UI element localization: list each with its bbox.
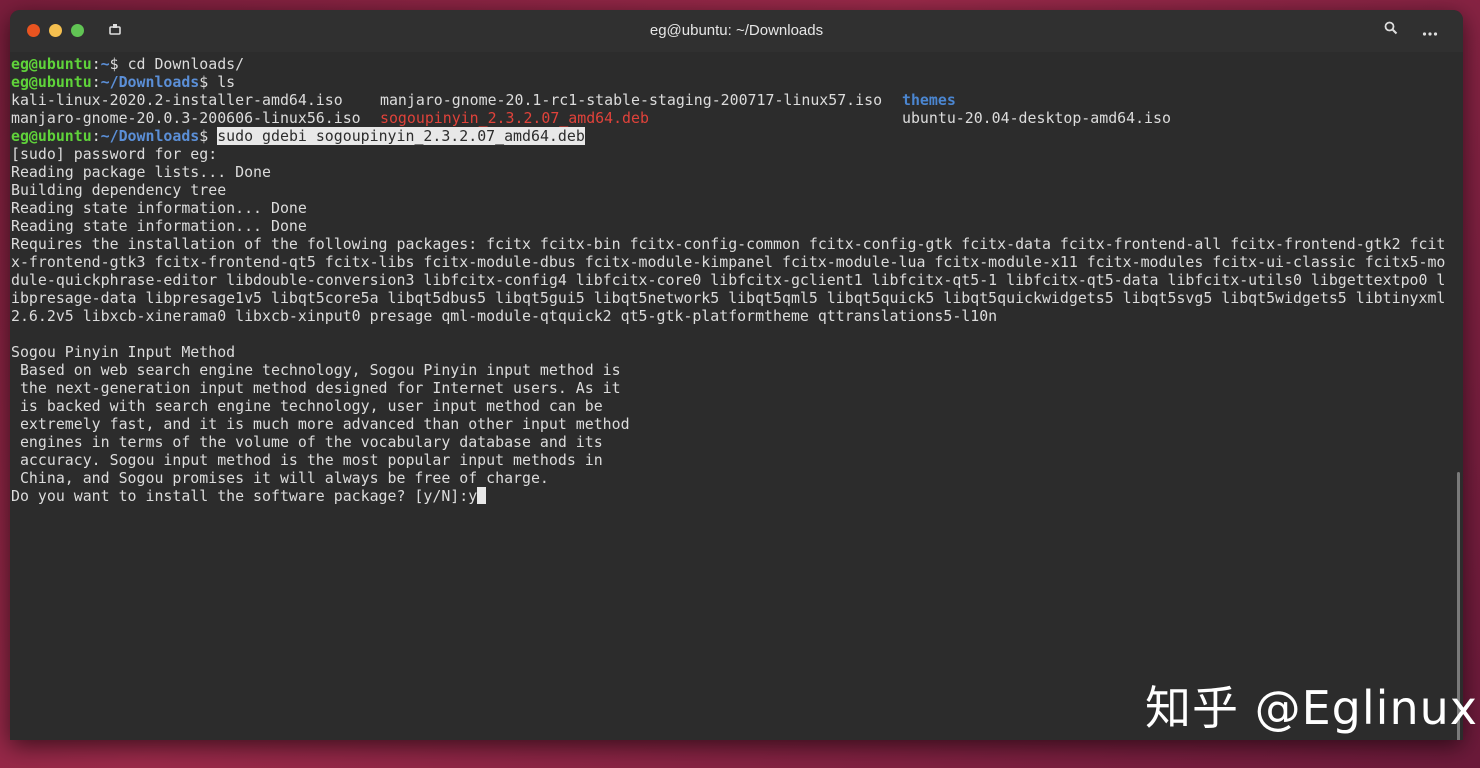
command-text: cd Downloads/ xyxy=(127,55,245,73)
title-bar[interactable]: eg@ubuntu: ~/Downloads xyxy=(10,10,1463,53)
search-icon xyxy=(1384,21,1398,35)
requires-line: x-frontend-gtk3 fcitx-frontend-qt5 fcitx… xyxy=(11,253,1446,271)
terminal-window: eg@ubuntu: ~/Downloads eg@ubuntu:~$ cd D… xyxy=(10,10,1463,740)
command-text: ls xyxy=(217,73,236,91)
ls-file: kali-linux-2020.2-installer-amd64.iso xyxy=(11,91,343,109)
watermark-text: 知乎 @Eglinux xyxy=(1145,681,1478,735)
prompt-path: ~/Downloads xyxy=(100,127,200,145)
kebab-menu-icon xyxy=(1422,32,1438,36)
output-line: Reading package lists... Done xyxy=(11,163,271,181)
description-line: engines in terms of the volume of the vo… xyxy=(11,433,603,451)
prompt-user: eg@ubuntu xyxy=(11,73,92,91)
description-line: extremely fast, and it is much more adva… xyxy=(11,415,630,433)
description-line: is backed with search engine technology,… xyxy=(11,397,603,415)
command-line-install: eg@ubuntu:~/Downloads$ sudo gdebi sogoup… xyxy=(11,127,585,145)
requires-line: Requires the installation of the followi… xyxy=(11,235,1446,253)
description-line: accuracy. Sogou input method is the most… xyxy=(11,451,603,469)
command-line-ls: eg@ubuntu:~/Downloads$ ls xyxy=(11,73,236,91)
output-line: [sudo] password for eg: xyxy=(11,145,218,163)
prompt-user: eg@ubuntu xyxy=(11,127,92,145)
description-line: Sogou Pinyin Input Method xyxy=(11,343,236,361)
ls-directory: themes xyxy=(902,91,956,109)
output-line: Reading state information... Done xyxy=(11,217,307,235)
output-line: Reading state information... Done xyxy=(11,199,307,217)
prompt-path: ~/Downloads xyxy=(100,73,200,91)
ls-file: ubuntu-20.04-desktop-amd64.iso xyxy=(902,109,1171,127)
requires-line: ibpresage-data libpresage1v5 libqt5core5… xyxy=(11,289,1446,307)
command-text-selected[interactable]: sudo gdebi sogoupinyin_2.3.2.07_amd64.de… xyxy=(217,127,585,145)
description-line: the next-generation input method designe… xyxy=(11,379,621,397)
terminal-output[interactable]: eg@ubuntu:~$ cd Downloads/ eg@ubuntu:~/D… xyxy=(10,52,1463,740)
output-line: Building dependency tree xyxy=(11,181,227,199)
menu-button[interactable] xyxy=(1418,19,1442,43)
prompt-path: ~ xyxy=(100,55,110,73)
install-answer: y xyxy=(468,487,478,505)
ls-file: manjaro-gnome-20.0.3-200606-linux56.iso xyxy=(11,109,361,127)
description-line: Based on web search engine technology, S… xyxy=(11,361,621,379)
search-button[interactable] xyxy=(1379,19,1403,43)
ls-file: manjaro-gnome-20.1-rc1-stable-staging-20… xyxy=(380,91,883,109)
ls-row: manjaro-gnome-20.0.3-200606-linux56.iso s… xyxy=(11,109,1462,127)
install-prompt-line[interactable]: Do you want to install the software pack… xyxy=(11,487,1462,505)
command-line-cd: eg@ubuntu:~$ cd Downloads/ xyxy=(11,55,245,73)
requires-line: 2.6.2v5 libxcb-xinerama0 libxcb-xinput0 … xyxy=(11,307,998,325)
ls-deb-file: sogoupinyin_2.3.2.07_amd64.deb xyxy=(380,109,649,127)
prompt-user: eg@ubuntu xyxy=(11,55,92,73)
requires-line: dule-quickphrase-editor libdouble-conver… xyxy=(11,271,1446,289)
window-title: eg@ubuntu: ~/Downloads xyxy=(649,22,824,39)
install-question: Do you want to install the software pack… xyxy=(11,487,469,505)
text-cursor xyxy=(477,487,487,504)
description-line: China, and Sogou promises it will always… xyxy=(11,469,549,487)
ls-row: kali-linux-2020.2-installer-amd64.iso man… xyxy=(11,91,1462,109)
